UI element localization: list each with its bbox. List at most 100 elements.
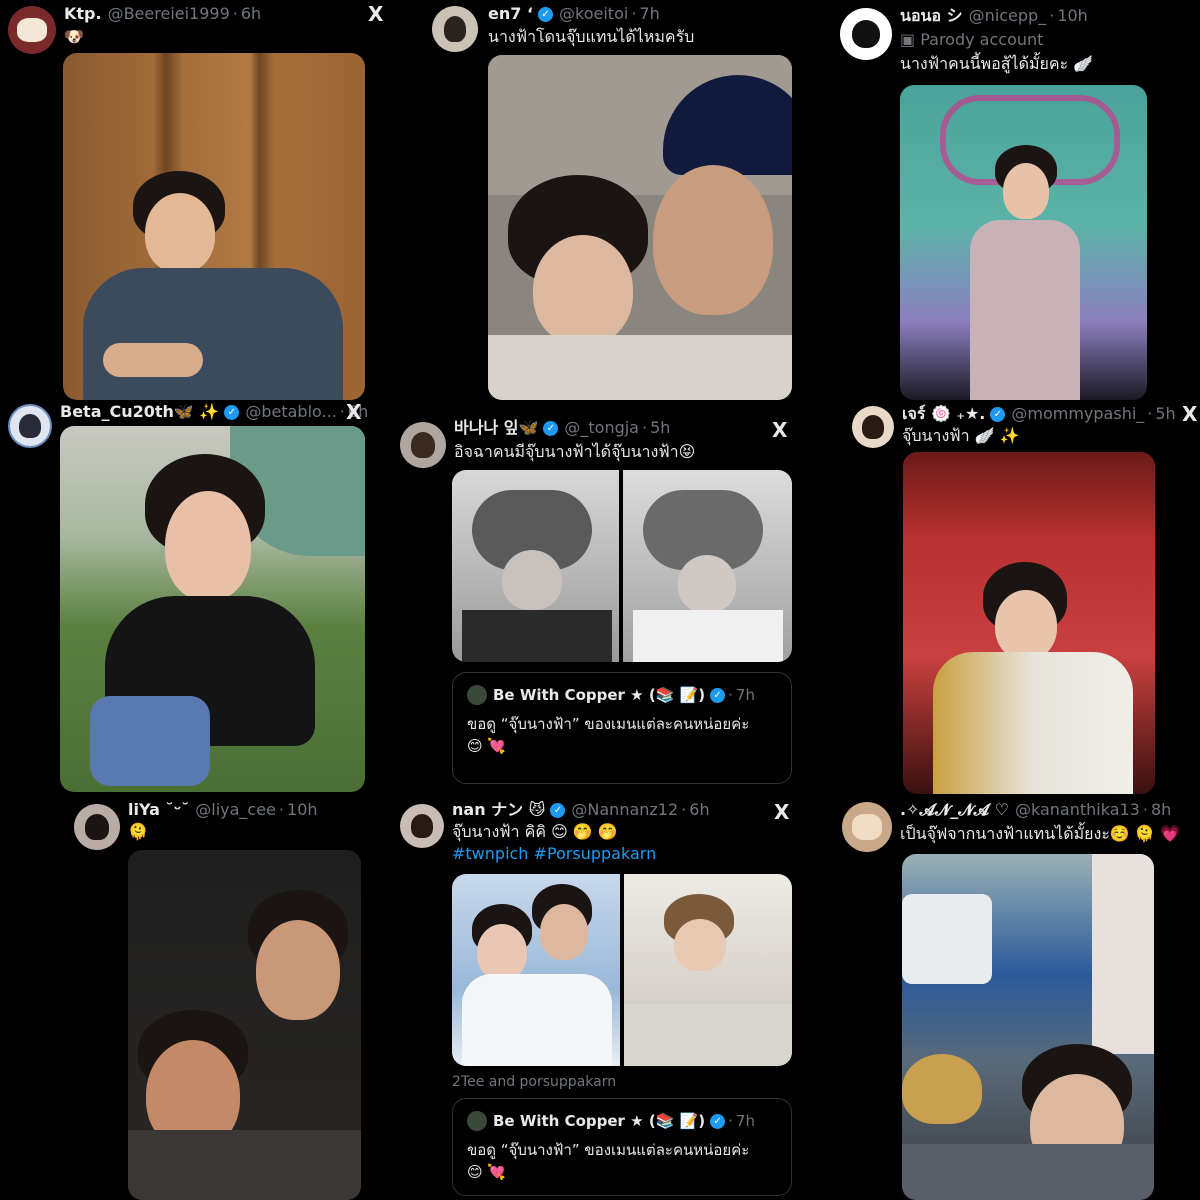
display-name[interactable]: Be With Copper ★ (📚 📝) <box>493 1112 705 1130</box>
tweet-photo[interactable] <box>63 53 365 400</box>
handle[interactable]: @Beereiei1999 <box>108 4 230 24</box>
x-logo-icon[interactable]: X <box>772 418 787 442</box>
mask-icon: ▣ <box>900 30 921 49</box>
avatar[interactable] <box>852 406 894 448</box>
handle[interactable]: @liya_cee <box>195 800 276 820</box>
timestamp[interactable]: 7h <box>736 1112 755 1130</box>
display-name[interactable]: .✧𝓐𝓝_𝓝𝓐 ♡ <box>900 800 1009 820</box>
verified-badge-icon: ✓ <box>543 420 559 436</box>
parody-label: ▣ Parody account <box>900 30 1044 49</box>
tweet-text: จุ๊บนางฟ้า คิคิ 😊 🤭 🤭 <box>452 822 618 841</box>
tweet-photo[interactable] <box>902 854 1154 1200</box>
handle[interactable]: @_tongja <box>564 418 639 438</box>
avatar[interactable] <box>74 804 120 850</box>
tweet-7[interactable]: liYa ˘ᵕ˘ @liya_cee · 10h 🫠 <box>0 800 400 1200</box>
photo-tag-caption[interactable]: 2Tee and porsuppakarn <box>452 1074 616 1090</box>
stage-backdrop <box>903 470 1155 516</box>
verified-badge-icon: ✓ <box>990 406 1006 422</box>
avatar[interactable] <box>842 802 892 852</box>
tweet-photo[interactable] <box>488 55 792 400</box>
handle[interactable]: @koeitoi <box>559 4 628 24</box>
verified-badge-icon: ✓ <box>710 687 726 703</box>
tweet-header: en7 ‘ ✓ @koeitoi · 7h <box>488 4 660 24</box>
display-name[interactable]: Be With Copper ★ (📚 📝) <box>493 686 705 704</box>
display-name[interactable]: nan ナン 😼 <box>452 800 545 820</box>
handle[interactable]: @kananthika13 <box>1015 800 1140 820</box>
x-logo-icon[interactable]: X <box>346 400 361 424</box>
timestamp[interactable]: 7h <box>639 4 659 24</box>
tweet-text: อิจฉาคนมีจุ๊บนางฟ้าได้จุ๊บนางฟ้า😝 <box>454 442 696 461</box>
timestamp[interactable]: 7h <box>736 686 755 704</box>
display-name[interactable]: นอนอ シ <box>900 6 963 26</box>
tweet-6[interactable]: เจร์ 🍥 ₊★. ✓ @mommypashi_ · 5h X จุ๊บนาง… <box>800 400 1200 800</box>
timestamp[interactable]: 5h <box>1155 404 1175 424</box>
tweet-text: จุ๊บนางฟ้า 🪽 ✨ <box>902 426 1020 445</box>
avatar[interactable] <box>467 1111 487 1131</box>
verified-badge-icon: ✓ <box>538 6 554 22</box>
tweet-2[interactable]: en7 ‘ ✓ @koeitoi · 7h นางฟ้าโดนจุ๊บแทนได… <box>400 0 800 400</box>
quoted-tweet[interactable]: Be With Copper ★ (📚 📝) ✓ · 7h ขอดู “จุ๊บ… <box>452 672 792 784</box>
timestamp[interactable]: 6h <box>689 800 709 820</box>
tweet-4[interactable]: Beta_Cu20th🦋 ✨ ✓ @betablo... · 6h X <box>0 400 400 800</box>
quoted-tweet-header: Be With Copper ★ (📚 📝) ✓ · 7h <box>467 685 755 705</box>
tweet-text: นางฟ้าคนนี้พอสู้ได้มั้ยคะ 🪽 <box>900 54 1094 73</box>
tweet-3[interactable]: นอนอ シ @nicepp_ · 10h ▣ Parody account น… <box>800 0 1200 400</box>
display-name[interactable]: Beta_Cu20th🦋 ✨ <box>60 402 219 422</box>
display-name[interactable]: liYa ˘ᵕ˘ <box>128 800 189 820</box>
display-name[interactable]: en7 ‘ <box>488 4 533 24</box>
tweet-header: Ktp. @Beereiei1999 · 6h <box>64 4 262 24</box>
timestamp[interactable]: 6h <box>241 4 261 24</box>
quoted-tweet-text: ขอดู “จุ๊บนางฟ้า” ของเมนแต่ละคนหน่อยค่ะ … <box>467 1141 750 1181</box>
avatar[interactable] <box>400 804 444 848</box>
timestamp[interactable]: 10h <box>1057 6 1088 26</box>
tweet-photo[interactable] <box>903 452 1155 794</box>
tweet-header: เจร์ 🍥 ₊★. ✓ @mommypashi_ · 5h <box>902 404 1176 424</box>
tweet-photo[interactable] <box>60 426 365 792</box>
display-name[interactable]: เจร์ 🍥 ₊★. <box>902 404 985 424</box>
x-logo-icon[interactable]: X <box>774 800 789 824</box>
quoted-tweet[interactable]: Be With Copper ★ (📚 📝) ✓ · 7h ขอดู “จุ๊บ… <box>452 1098 792 1196</box>
tweet-header: นอนอ シ @nicepp_ · 10h <box>900 6 1088 26</box>
tweet-1[interactable]: Ktp. @Beereiei1999 · 6h X 🐶 <box>0 0 400 400</box>
x-logo-icon[interactable]: X <box>1182 402 1197 426</box>
avatar[interactable] <box>432 6 478 52</box>
tweet-9[interactable]: .✧𝓐𝓝_𝓝𝓐 ♡ @kananthika13 · 8h เป็นจุ๊ฟจาก… <box>800 800 1200 1200</box>
tweet-header: liYa ˘ᵕ˘ @liya_cee · 10h <box>128 800 318 820</box>
tweet-5[interactable]: 바나나 잎🦋 ✓ @_tongja · 5h X อิจฉาคนมีจุ๊บนา… <box>400 400 800 800</box>
handle[interactable]: @Nannanz12 <box>571 800 678 820</box>
tweet-text: เป็นจุ๊ฟจากนางฟ้าแทนได้มั้ยงะ☺️ 🫠 💗 <box>900 824 1180 843</box>
tweet-text: 🫠 <box>128 822 148 841</box>
avatar[interactable] <box>8 6 56 54</box>
tweet-text: นางฟ้าโดนจุ๊บแทนได้ไหมครับ <box>488 27 695 46</box>
quoted-tweet-text: ขอดู “จุ๊บนางฟ้า” ของเมนแต่ละคนหน่อยค่ะ … <box>467 715 750 755</box>
timestamp[interactable]: 8h <box>1151 800 1171 820</box>
avatar[interactable] <box>8 404 52 448</box>
avatar[interactable] <box>467 685 487 705</box>
display-name[interactable]: 바나나 잎🦋 <box>454 418 538 438</box>
handle[interactable]: @betablo... <box>245 402 336 422</box>
tweet-photo[interactable] <box>900 85 1147 400</box>
timestamp[interactable]: 5h <box>650 418 670 438</box>
tweet-photo-grid[interactable] <box>452 874 792 1066</box>
avatar[interactable] <box>840 8 892 60</box>
tweet-header: Beta_Cu20th🦋 ✨ ✓ @betablo... · 6h <box>60 402 369 422</box>
tweet-header: .✧𝓐𝓝_𝓝𝓐 ♡ @kananthika13 · 8h <box>900 800 1172 820</box>
handle[interactable]: @nicepp_ <box>969 6 1047 26</box>
verified-badge-icon: ✓ <box>710 1113 726 1129</box>
handle[interactable]: @mommypashi_ <box>1011 404 1144 424</box>
tweet-header: 바나나 잎🦋 ✓ @_tongja · 5h <box>454 418 671 438</box>
tweet-photo-grid[interactable] <box>452 470 792 662</box>
verified-badge-icon: ✓ <box>224 404 240 420</box>
quoted-tweet-header: Be With Copper ★ (📚 📝) ✓ · 7h <box>467 1111 755 1131</box>
tweet-text: 🐶 <box>64 27 84 46</box>
tweet-header: nan ナン 😼 ✓ @Nannanz12 · 6h <box>452 800 710 820</box>
x-logo-icon[interactable]: X <box>368 2 383 26</box>
hashtag-links[interactable]: #twnpich #Porsuppakarn <box>452 844 656 864</box>
tweet-8[interactable]: nan ナン 😼 ✓ @Nannanz12 · 6h X จุ๊บนางฟ้า … <box>400 800 800 1200</box>
timestamp[interactable]: 10h <box>287 800 318 820</box>
verified-badge-icon: ✓ <box>550 802 566 818</box>
tweet-photo[interactable] <box>128 850 361 1200</box>
display-name[interactable]: Ktp. <box>64 4 102 24</box>
collage: Ktp. @Beereiei1999 · 6h X 🐶 en7 ‘ ✓ @koe… <box>0 0 1200 1200</box>
avatar[interactable] <box>400 422 446 468</box>
